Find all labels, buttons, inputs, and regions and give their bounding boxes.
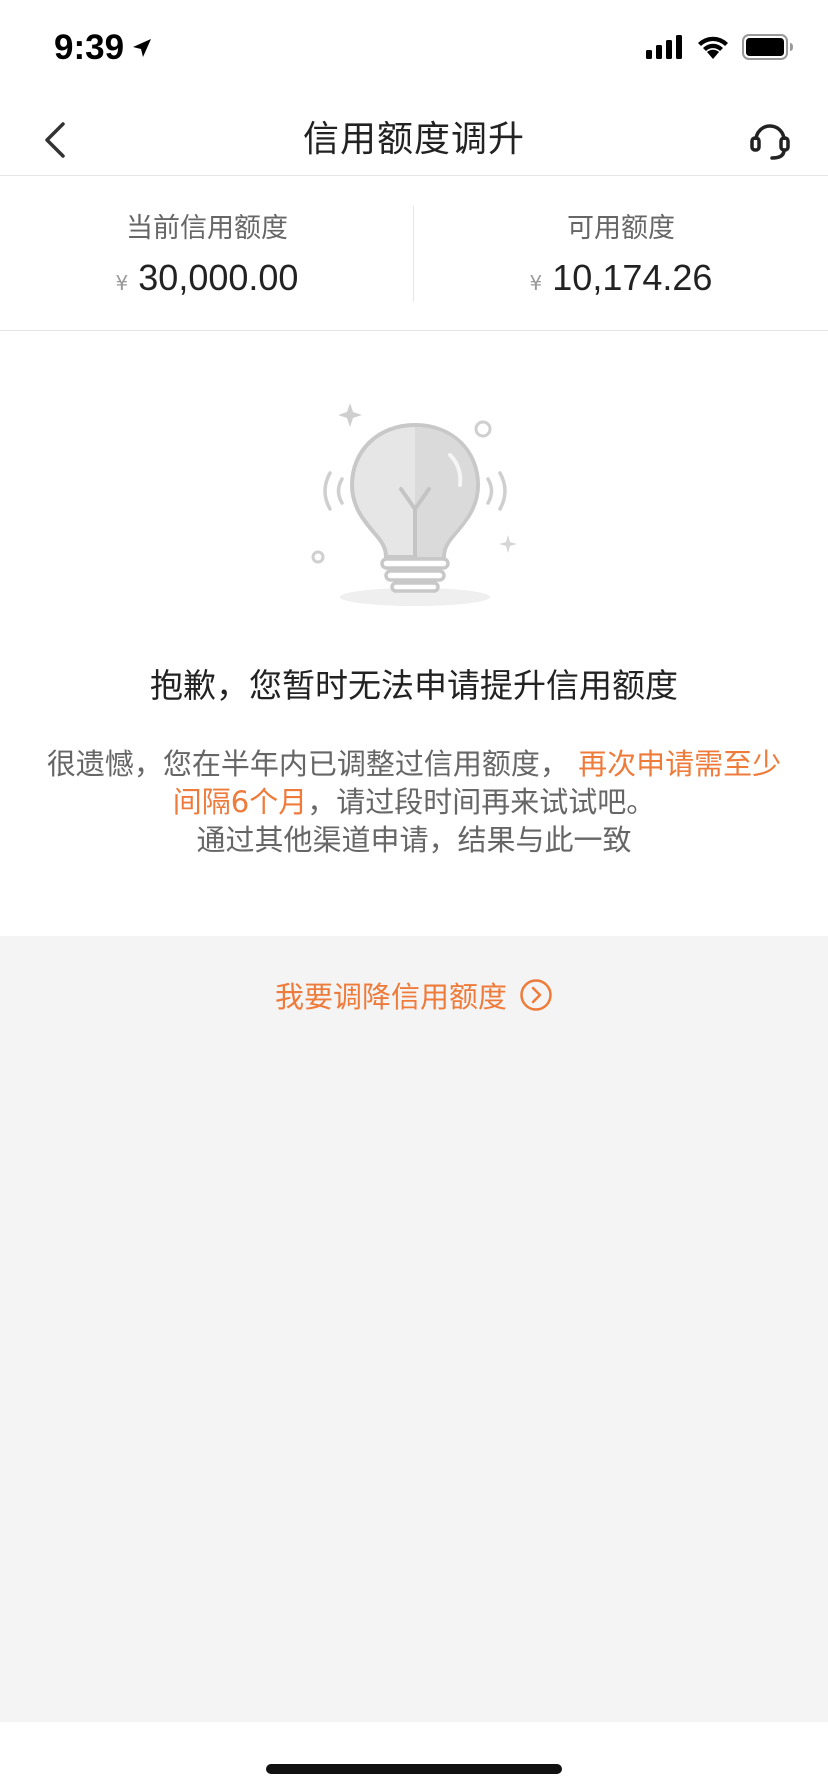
message-text: 很遗憾，您在半年内已调整过信用额度， (46, 747, 569, 781)
nav-bar: 信用额度调升 (0, 100, 828, 176)
status-icons (646, 34, 794, 60)
message-text-note: 通过其他渠道申请，结果与此一致 (196, 823, 632, 857)
summary-separator (413, 206, 414, 302)
status-bar: 9:39 (0, 0, 828, 100)
battery-icon (742, 34, 793, 60)
chevron-right-circle-icon (520, 979, 552, 1011)
actions-area: 我要调降信用额度 (0, 936, 828, 1722)
page-title: 信用额度调升 (302, 119, 525, 160)
current-credit: 当前信用额度 ¥ 30,000.00 (0, 176, 414, 330)
available-credit-label: 可用额度 (567, 213, 675, 244)
status-time: 9:39 (54, 28, 154, 68)
current-credit-value: ¥ 30,000.00 (116, 257, 299, 299)
currency-symbol: ¥ (529, 271, 543, 295)
message-body: 很遗憾，您在半年内已调整过信用额度， 再次申请需至少间隔6个月，请过段时间再来试… (44, 745, 784, 859)
lightbulb-icon (311, 403, 517, 606)
message-text: ，请过段时间再来试试吧。 (307, 785, 656, 819)
message-panel: 抱歉，您暂时无法申请提升信用额度 很遗憾，您在半年内已调整过信用额度， 再次申请… (0, 331, 828, 936)
reduce-credit-link[interactable]: 我要调降信用额度 (0, 974, 828, 1016)
signal-icon (646, 35, 682, 59)
available-credit: 可用额度 ¥ 10,174.26 (414, 176, 828, 330)
message-title: 抱歉，您暂时无法申请提升信用额度 (150, 666, 678, 705)
bottom-safe-area (0, 1722, 828, 1792)
available-credit-amount: 10,174.26 (552, 257, 713, 298)
current-credit-label: 当前信用额度 (126, 213, 288, 244)
location-arrow-icon (133, 39, 152, 57)
current-credit-amount: 30,000.00 (138, 257, 299, 298)
wifi-icon (698, 36, 728, 59)
available-credit-value: ¥ 10,174.26 (530, 257, 713, 299)
credit-summary: 当前信用额度 ¥ 30,000.00 可用额度 ¥ 10,174.26 (0, 176, 828, 330)
status-time-text: 9:39 (54, 28, 125, 67)
reduce-credit-label: 我要调降信用额度 (274, 980, 507, 1014)
customer-service-icon (750, 124, 790, 160)
page: 9:39 信用额度调升 当前信用额度 ¥ 30,000.00 可用额度 ¥ 10… (0, 0, 828, 1792)
home-indicator[interactable] (266, 1764, 562, 1774)
currency-symbol: ¥ (115, 271, 129, 295)
customer-service-button[interactable] (740, 110, 800, 170)
